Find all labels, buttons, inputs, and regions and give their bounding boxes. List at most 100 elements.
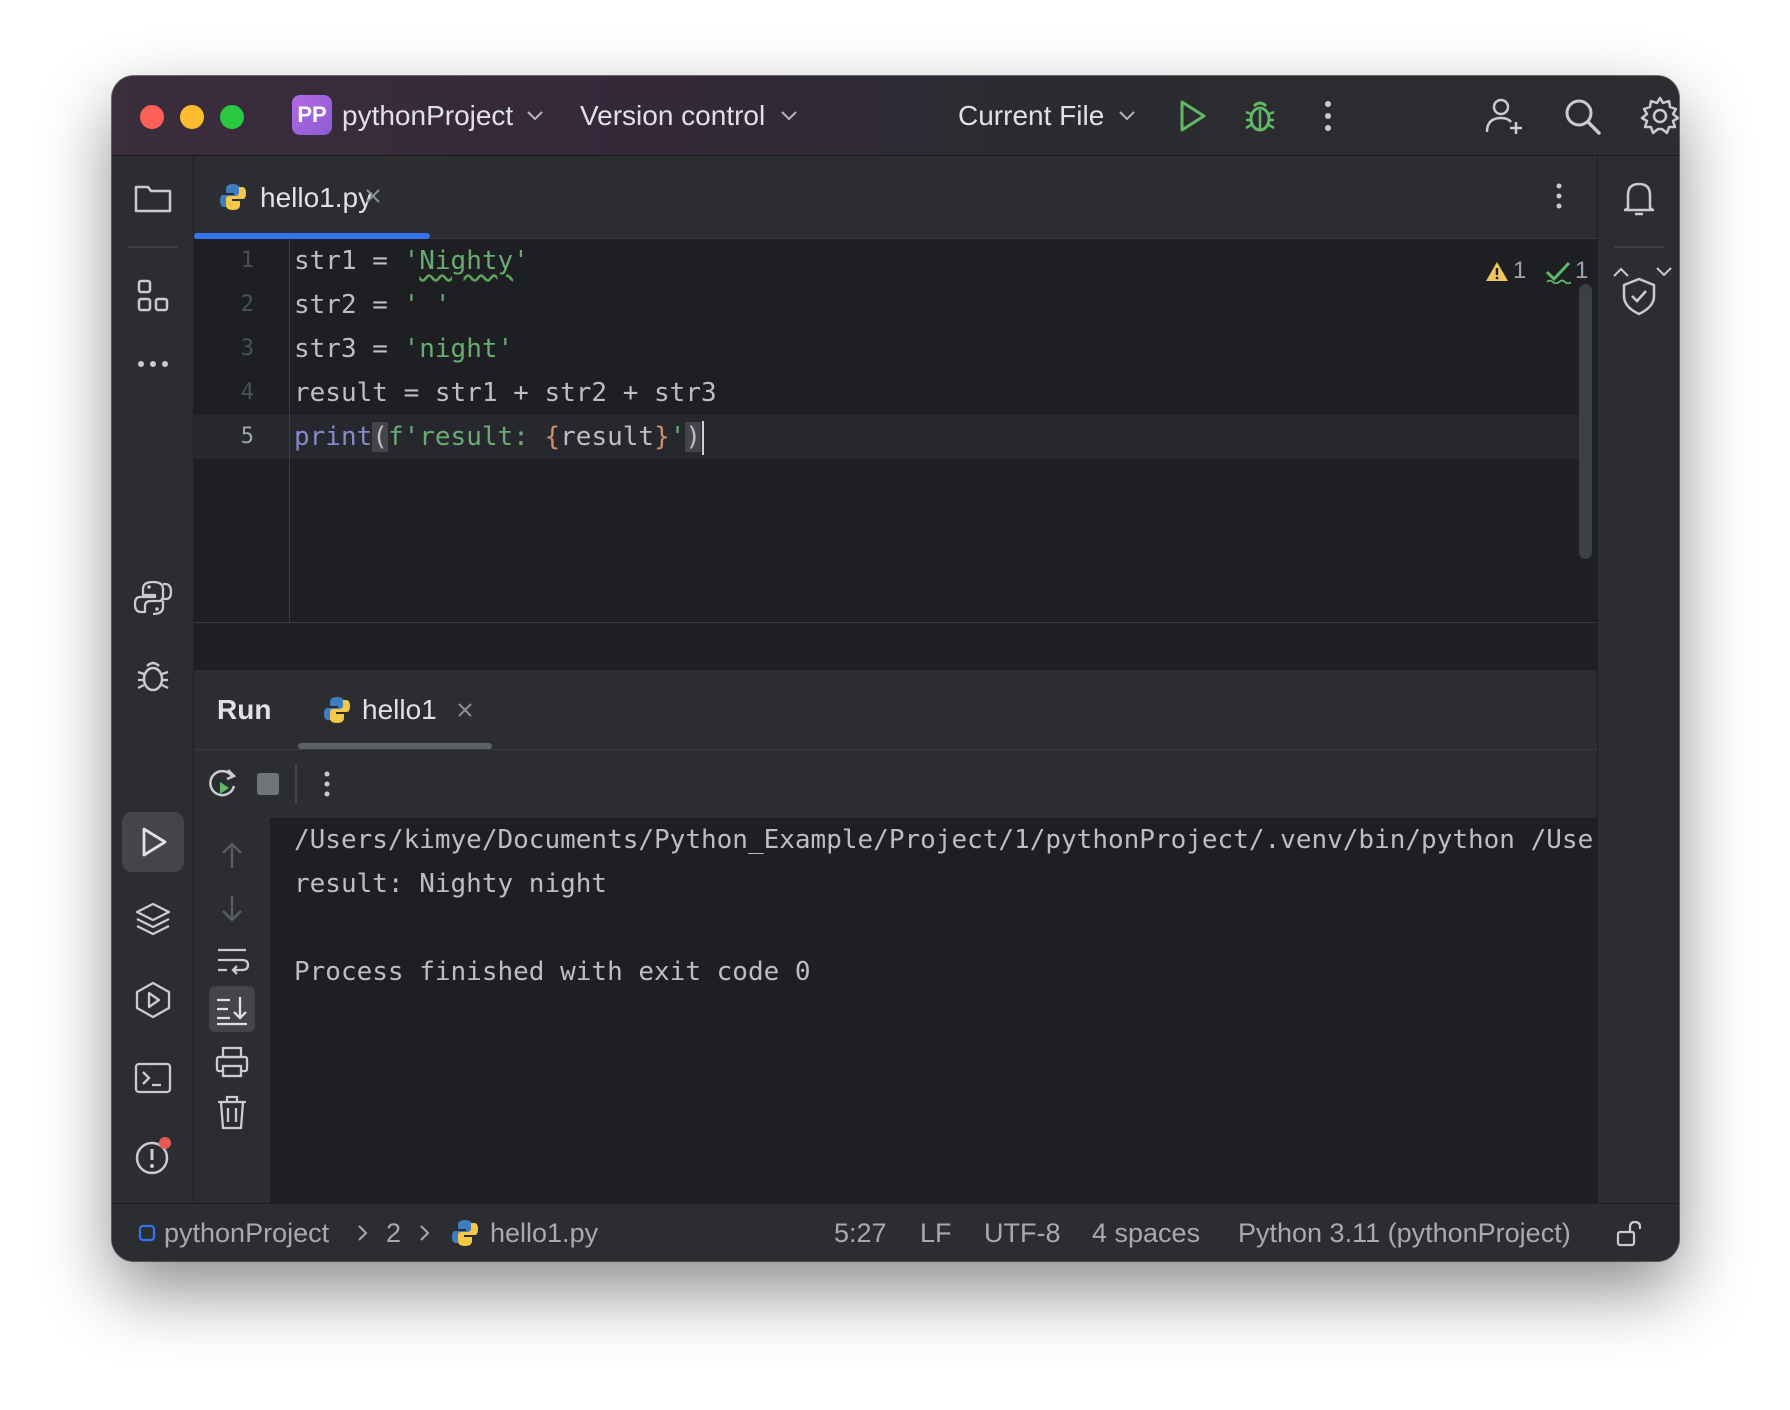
- warning-count: 1: [1513, 257, 1527, 284]
- more-tools-icon[interactable]: [131, 342, 175, 386]
- code-line-current[interactable]: print(f'result: {result}'): [294, 415, 705, 459]
- breadcrumb-project[interactable]: pythonProject: [164, 1215, 329, 1251]
- python-console-icon[interactable]: [131, 576, 175, 620]
- arrow-up-icon[interactable]: [210, 834, 254, 878]
- print-icon[interactable]: [210, 1040, 254, 1084]
- line-number: 5: [240, 424, 254, 449]
- more-actions-icon[interactable]: [1306, 94, 1350, 138]
- project-icon: [138, 1224, 156, 1242]
- spellcheck-icon: [1545, 261, 1572, 284]
- add-user-icon[interactable]: [1482, 94, 1526, 138]
- line-number: 2: [240, 292, 254, 317]
- fstring-brace: }: [654, 422, 670, 452]
- left-tool-strip: [112, 156, 194, 1254]
- code-line[interactable]: str2 = ' ': [294, 283, 451, 327]
- close-icon[interactable]: [364, 187, 382, 205]
- chevron-down-icon[interactable]: [1654, 262, 1674, 282]
- inspection-widget[interactable]: 1 1: [1485, 251, 1674, 291]
- python-interpreter[interactable]: Python 3.11 (pythonProject): [1238, 1215, 1571, 1251]
- caret-position[interactable]: 5:27: [834, 1215, 887, 1251]
- identifier: str1: [294, 246, 357, 276]
- folder-icon[interactable]: [131, 176, 175, 220]
- separator: [1614, 246, 1664, 248]
- identifier: str3: [294, 334, 357, 364]
- panel-divider[interactable]: [194, 622, 1597, 670]
- minimize-window-button[interactable]: [180, 105, 204, 129]
- lock-icon[interactable]: [1614, 1219, 1644, 1249]
- file-encoding[interactable]: UTF-8: [984, 1215, 1061, 1251]
- warning-icon: [1486, 261, 1508, 281]
- typo-string-literal[interactable]: Nighty: [419, 246, 513, 276]
- run-icon[interactable]: [1170, 94, 1214, 138]
- stop-icon[interactable]: [254, 770, 282, 798]
- python-file-icon: [452, 1220, 478, 1246]
- run-tab-label: hello1: [362, 694, 437, 725]
- line-gutter: 1 2 3 4 5: [194, 239, 290, 622]
- close-window-button[interactable]: [140, 105, 164, 129]
- project-badge[interactable]: PP: [292, 95, 332, 135]
- notifications-icon[interactable]: [1617, 176, 1661, 220]
- settings-icon[interactable]: [1638, 94, 1679, 138]
- chevron-down-icon[interactable]: [1118, 108, 1136, 122]
- problems-icon[interactable]: [131, 1134, 175, 1178]
- project-selector[interactable]: pythonProject: [342, 98, 513, 134]
- scroll-to-end-icon[interactable]: [210, 987, 254, 1031]
- breadcrumb-file[interactable]: hello1.py: [490, 1215, 598, 1251]
- run-panel-header: Run hello1: [194, 670, 1597, 750]
- zoom-window-button[interactable]: [220, 105, 244, 129]
- tab-options-icon[interactable]: [1544, 178, 1574, 214]
- chevron-right-icon: [358, 1225, 368, 1241]
- run-config-selector[interactable]: Current File: [958, 98, 1104, 134]
- code-line[interactable]: str3 = 'night': [294, 327, 513, 371]
- editor-scrollbar[interactable]: [1579, 284, 1592, 559]
- soft-wrap-icon[interactable]: [210, 938, 254, 982]
- matched-bracket: (: [372, 422, 388, 452]
- debug-icon[interactable]: [131, 654, 175, 698]
- editor-tab-bar: hello1.py: [194, 156, 1597, 239]
- search-icon[interactable]: [1560, 94, 1604, 138]
- fstring-literal: f'result:: [387, 422, 545, 452]
- separator: [295, 764, 297, 804]
- trash-icon[interactable]: [210, 1090, 254, 1134]
- arrow-down-icon[interactable]: [210, 886, 254, 930]
- run-icon[interactable]: [131, 820, 175, 864]
- python-file-icon: [220, 184, 246, 210]
- breadcrumb-folder[interactable]: 2: [386, 1215, 401, 1251]
- run-toolbar: [194, 750, 1597, 818]
- structure-icon[interactable]: [131, 274, 175, 318]
- typo-count: 1: [1575, 257, 1589, 284]
- separator: [128, 246, 178, 248]
- chevron-up-icon[interactable]: [1611, 262, 1631, 282]
- line-separator[interactable]: LF: [920, 1215, 952, 1251]
- operator: =: [356, 334, 404, 364]
- services-icon[interactable]: [131, 978, 175, 1022]
- run-panel-title: Run: [217, 694, 272, 725]
- code-editor[interactable]: 1 2 3 4 5 str1 = 'Nighty' str2 = ' ' str…: [194, 239, 1672, 622]
- fstring-literal: ': [669, 422, 686, 452]
- run-side-toolbar: [194, 818, 270, 1203]
- console-line: /Users/kimye/Documents/Python_Example/Pr…: [294, 825, 1597, 855]
- debug-icon[interactable]: [1238, 94, 1282, 138]
- layers-icon[interactable]: [131, 898, 175, 942]
- indent-setting[interactable]: 4 spaces: [1092, 1215, 1200, 1251]
- fstring-brace: {: [544, 422, 561, 452]
- operator: =: [356, 246, 404, 276]
- run-console[interactable]: /Users/kimye/Documents/Python_Example/Pr…: [270, 818, 1597, 1203]
- more-actions-icon[interactable]: [312, 766, 342, 802]
- chevron-right-icon: [420, 1225, 430, 1241]
- ide-window: PP pythonProject Version control Current…: [112, 76, 1679, 1261]
- line-number: 3: [240, 336, 254, 361]
- chevron-down-icon[interactable]: [780, 108, 798, 122]
- matched-bracket: ): [685, 422, 702, 452]
- line-number: 4: [240, 380, 254, 405]
- rerun-icon[interactable]: [202, 764, 242, 804]
- code-line[interactable]: result = str1 + str2 + str3: [294, 371, 717, 415]
- close-icon[interactable]: [456, 701, 474, 719]
- console-line: Process finished with exit code 0: [294, 957, 811, 987]
- terminal-icon[interactable]: [131, 1056, 175, 1100]
- code-line[interactable]: str1 = 'Nighty': [294, 239, 529, 283]
- vcs-selector[interactable]: Version control: [580, 98, 765, 134]
- chevron-down-icon[interactable]: [526, 108, 544, 122]
- operator: =: [356, 290, 404, 320]
- active-tab-indicator: [298, 743, 492, 749]
